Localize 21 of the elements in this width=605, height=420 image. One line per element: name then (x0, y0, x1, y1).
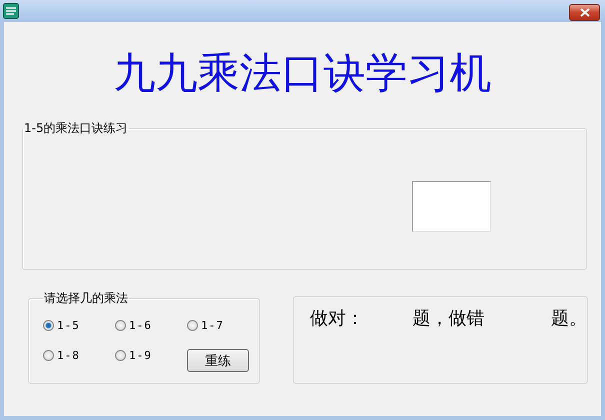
score-text: 做对： (310, 307, 365, 331)
close-icon (578, 8, 590, 16)
radio-label[interactable]: 1-8 (57, 348, 80, 362)
group-label: 请选择几的乘法 (43, 290, 129, 307)
radio-label[interactable]: 1-7 (201, 318, 224, 332)
score-text: 题。 (551, 307, 587, 331)
app-heading: 九九乘法口诀学习机 (112, 48, 492, 98)
radio-label[interactable]: 1-9 (129, 348, 152, 362)
radio-button[interactable] (187, 320, 198, 330)
radio-button[interactable] (43, 350, 54, 360)
app-icon (3, 3, 19, 19)
close-button[interactable] (569, 4, 600, 20)
radio-button[interactable] (115, 320, 126, 330)
retry-button[interactable]: 重练 (187, 349, 249, 372)
radio-label[interactable]: 1-6 (129, 318, 152, 332)
group-label: 1-5的乘法口诀练习 (23, 120, 129, 137)
radio-button[interactable] (43, 320, 54, 330)
answer-field[interactable] (412, 181, 491, 232)
radio-label[interactable]: 1-5 (57, 318, 80, 332)
score-text: 题，做错 (412, 307, 486, 331)
radio-button[interactable] (115, 350, 126, 360)
